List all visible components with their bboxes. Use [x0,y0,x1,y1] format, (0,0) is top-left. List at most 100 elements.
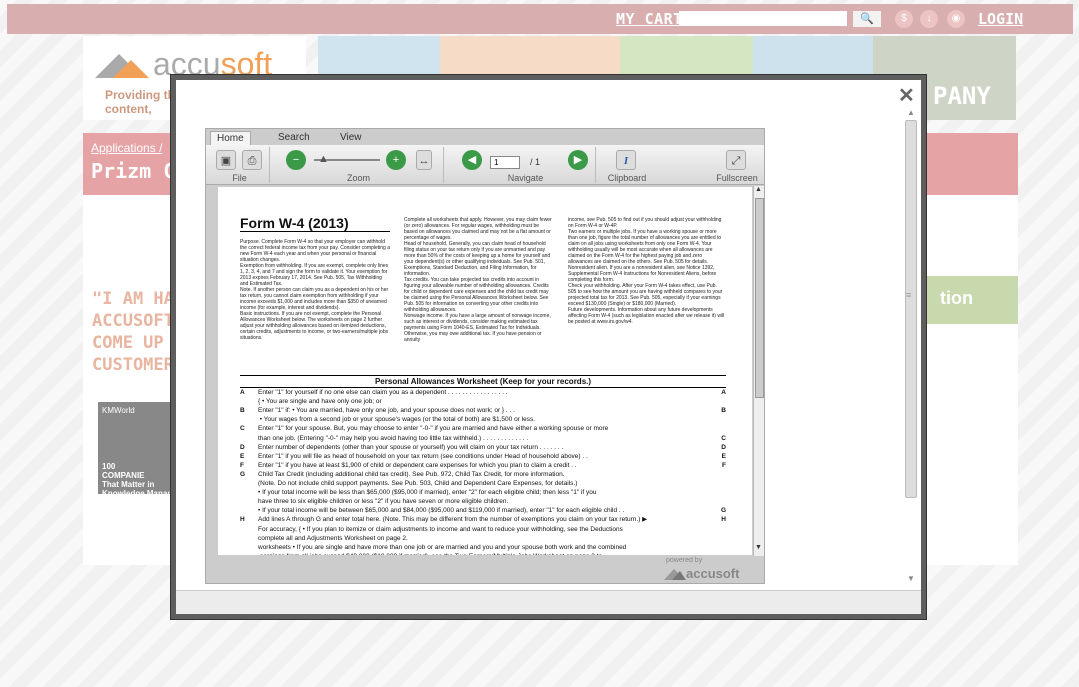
line-text: • If your total income will be less than… [258,489,597,497]
worksheet-line: G Child Tax Credit (including additional … [240,471,726,478]
zoom-in-icon[interactable]: + [386,150,406,170]
login-link[interactable]: LOGIN [978,10,1023,28]
worksheet-line: have three to six eligible children or l… [240,498,726,505]
dollar-icon[interactable]: $ [895,10,913,28]
line-letter: H [240,516,245,524]
line-text: earnings from all jobs exceed $40,000 ($… [258,553,602,555]
zoom-out-icon[interactable]: − [286,150,306,170]
powered-by: powered by [666,557,703,564]
line-text: worksheets • If you are single and have … [258,543,627,551]
doc-scroll-up[interactable]: ▲ [755,186,762,193]
my-cart-link[interactable]: MY CART [616,10,683,28]
document-viewer: Home Search View ▣ ⎙ File − ▲ + ↔ Zoom ◀… [205,128,765,584]
line-text: Enter "1" for your spouse. But, you may … [258,425,609,433]
line-text: • If your total income will be between $… [258,507,625,515]
powered-brand: accusoft [686,566,740,581]
line-text: (Note. Do not include child support paym… [258,480,578,487]
page-number-input[interactable]: 1 [490,156,520,169]
line-text: complete all and Adjustments Worksheet o… [258,534,408,542]
line-field[interactable]: D [721,444,726,451]
breadcrumb-applications[interactable]: Applications / [91,141,162,155]
next-page-icon[interactable]: ▶ [568,150,588,170]
previous-page-icon[interactable]: ◀ [462,150,482,170]
worksheet-line: C Enter "1" for your spouse. But, you may… [240,425,726,432]
line-field[interactable]: G [721,507,726,514]
document-page: Form W-4 (2013) Purpose. Complete Form W… [218,187,752,555]
navigate-group: ◀ 1 / 1 ▶ Navigate [456,147,596,183]
tab-search[interactable]: Search [272,131,316,145]
scroll-down-arrow[interactable]: ▼ [907,574,915,583]
scroll-up-arrow[interactable]: ▲ [907,108,915,117]
column-2-text: Complete all worksheets that apply. Howe… [404,217,552,343]
side-banner: tion [912,276,1018,324]
line-text: Enter "1" if: • You are married, have on… [258,407,515,415]
line-letter: C [240,425,245,433]
doc-scroll-thumb[interactable] [755,198,764,398]
line-text: • Your wages from a second job or your s… [258,416,536,424]
save-icon[interactable]: ▣ [216,150,236,170]
rss-icon[interactable]: ◉ [947,10,965,28]
worksheet-line: (Note. Do not include child support paym… [240,480,726,487]
print-icon[interactable]: ⎙ [242,150,262,170]
line-field[interactable]: F [722,462,726,469]
page-total: / 1 [530,157,541,167]
worksheet-line: • If your total income will be between $… [240,507,726,514]
kmworld-badge: KMWorld 100 COMPANIE That Matter in Know… [98,402,177,498]
worksheet-line: F Enter "1" if you have at least $1,900 o… [240,462,726,469]
line-text: { • You are single and have only one job… [258,398,382,406]
line-field[interactable]: B [721,407,726,414]
zoom-group: − ▲ + ↔ Zoom [274,147,444,183]
line-text: For accuracy, { • If you plan to itemize… [258,525,623,533]
worksheet-line: D Enter number of dependents (other than … [240,444,726,451]
worksheet-line: • If your total income will be less than… [240,489,726,496]
clipboard-group: I Clipboard [602,147,652,183]
worksheet-line: E Enter "1" if you will file as head of h… [240,453,726,460]
line-letter: G [240,470,246,478]
scroll-thumb[interactable] [905,120,917,498]
modal-footer [176,590,921,614]
ribbon-toolbar: ▣ ⎙ File − ▲ + ↔ Zoom ◀ 1 / 1 ▶ Navigate… [206,145,764,185]
file-group: ▣ ⎙ File [210,147,270,183]
worksheet-line: than one job. (Entering "-0-" may help y… [240,435,726,442]
accusoft-logo-icon [95,54,149,78]
worksheet-line: B Enter "1" if: • You are married, have o… [240,407,726,414]
top-bar: MY CART 🔍 $ ↓ ◉ LOGIN [7,4,1073,34]
worksheet-line: earnings from all jobs exceed $40,000 ($… [240,553,726,555]
search-button[interactable]: 🔍 [853,11,881,27]
worksheet-line: complete all and Adjustments Worksheet o… [240,535,726,542]
line-field[interactable]: H [721,516,726,523]
download-icon[interactable]: ↓ [920,10,938,28]
line-field[interactable]: A [721,389,726,396]
line-field[interactable]: C [721,435,726,442]
line-letter: B [240,407,245,415]
tab-view[interactable]: View [334,131,368,145]
line-text: Enter number of dependents (other than y… [258,443,564,451]
fit-page-icon[interactable]: ↔ [416,150,432,170]
line-text: Enter "1" if you will file as head of ho… [258,452,588,460]
accusoft-footer-logo-icon [664,569,686,580]
line-letter: D [240,443,245,451]
line-text: Add lines A through G and enter total he… [258,516,648,524]
line-letter: E [240,452,245,460]
tab-home[interactable]: Home [210,131,251,145]
fullscreen-icon[interactable]: ⤢ [726,150,746,170]
column-3-text: income, see Pub. 505 to find out if you … [568,217,725,325]
line-letter: A [240,389,245,396]
column-1-text: Purpose. Complete Form W-4 so that your … [240,239,390,341]
doc-scroll-down[interactable]: ▼ [755,544,762,551]
document-scrollbar[interactable]: ▲ ▼ [753,186,764,556]
line-field[interactable]: E [722,453,726,460]
line-text: than one job. (Entering "-0-" may help y… [258,434,529,442]
modal-scrollbar[interactable]: ▲ ▼ [903,104,919,590]
resize-grip-icon[interactable]: ≡ [906,290,911,300]
line-letter: F [240,461,244,469]
worksheet-line: worksheets • If you are single and have … [240,544,726,551]
search-input[interactable] [679,11,847,26]
worksheet-line: H Add lines A through G and enter total h… [240,516,726,523]
line-text: Enter "1" if you have at least $1,900 of… [258,461,577,469]
worksheet-line: A Enter "1" for yourself if no one else c… [240,389,726,396]
line-text: have three to six eligible children or l… [258,498,509,506]
zoom-slider-handle[interactable]: ▲ [318,153,329,165]
text-select-icon[interactable]: I [616,150,636,170]
worksheet-title: Personal Allowances Worksheet (Keep for … [240,375,726,388]
